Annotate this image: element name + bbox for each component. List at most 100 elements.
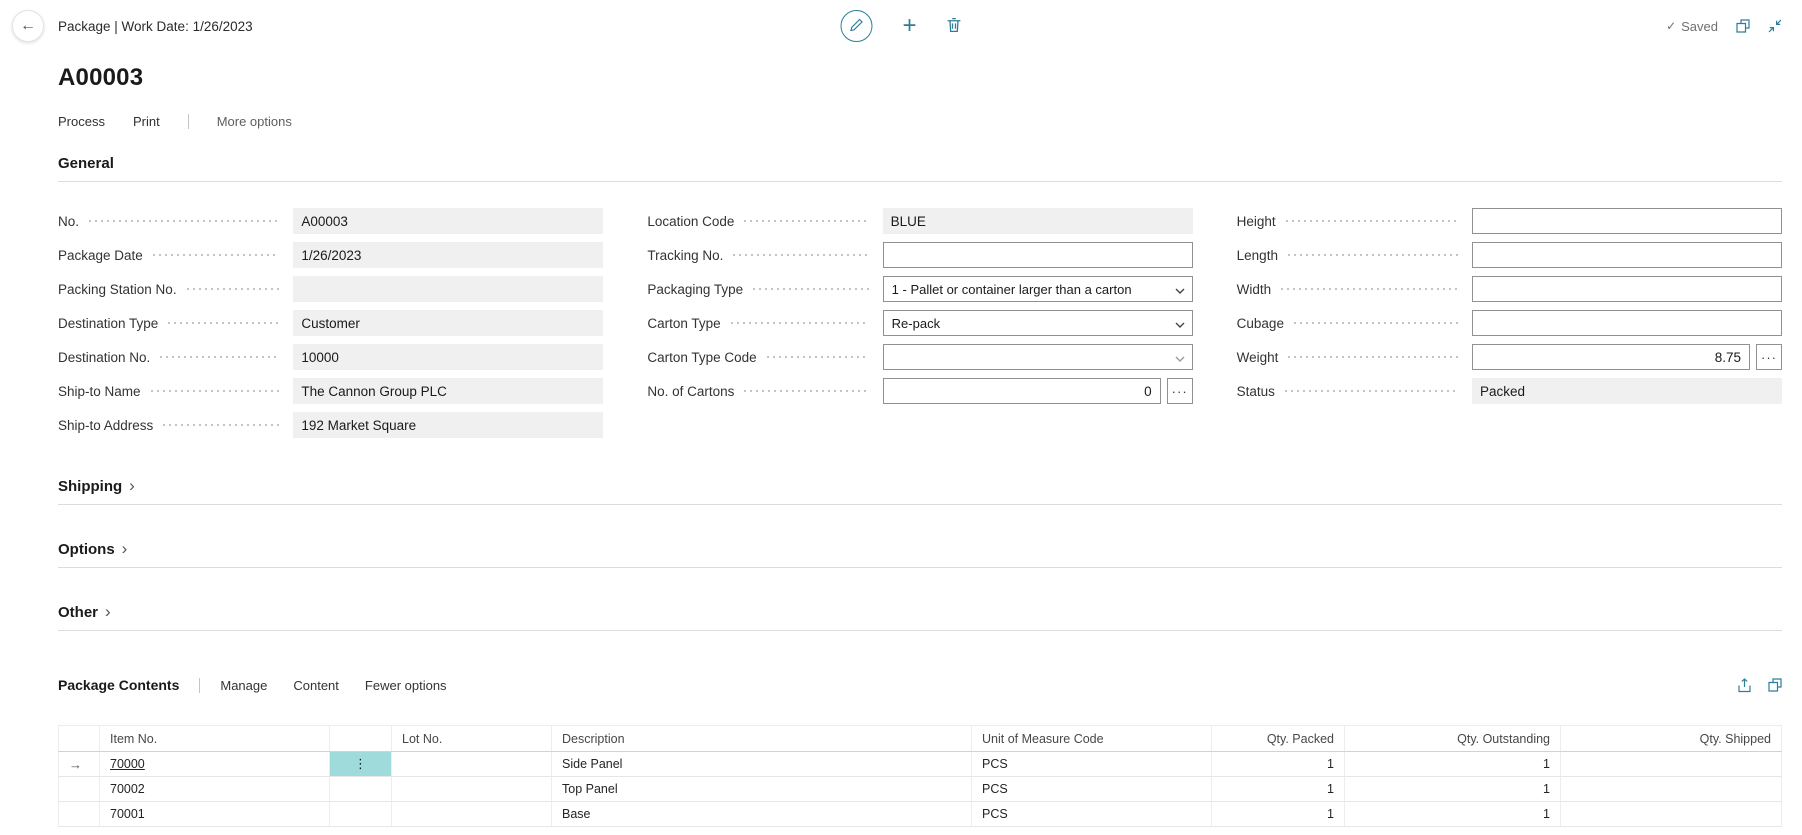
carton-type-code-combo[interactable] — [883, 344, 1193, 370]
uom-value: PCS — [982, 782, 1008, 796]
menu-more-options[interactable]: More options — [217, 114, 292, 129]
uom-value: PCS — [982, 807, 1008, 821]
field-label: Carton Type — [647, 316, 720, 331]
table-row: → 70000 ⋮ Side Panel PCS 1 1 — [58, 752, 1782, 777]
contents-menu-manage[interactable]: Manage — [220, 678, 267, 693]
field-packaging-type: Packaging Type 1 - Pallet or container l… — [647, 272, 1192, 306]
pencil-icon — [849, 18, 863, 35]
lot-no-cell[interactable] — [392, 777, 552, 801]
lot-no-cell[interactable] — [392, 752, 552, 776]
general-section-header[interactable]: General — [58, 155, 1782, 182]
collapse-window-icon[interactable] — [1768, 19, 1782, 33]
header-qty-outstanding[interactable]: Qty. Outstanding — [1345, 726, 1561, 751]
menu-process[interactable]: Process — [58, 114, 105, 129]
item-no-cell[interactable]: 70000 — [100, 752, 330, 776]
ship-to-address-field[interactable]: 192 Market Square — [293, 412, 603, 438]
page-actions: + — [840, 0, 961, 52]
description-cell[interactable]: Side Panel — [552, 752, 972, 776]
row-options-cell[interactable]: ⋮ — [330, 752, 392, 776]
back-button[interactable]: ← — [12, 10, 44, 42]
qty-packed-cell[interactable]: 1 — [1212, 777, 1345, 801]
row-marker-cell — [58, 777, 100, 801]
field-width: Width — [1237, 272, 1782, 306]
qty-packed-value: 1 — [1327, 757, 1334, 771]
shipping-section-header[interactable]: Shipping › — [58, 478, 1782, 505]
uom-cell[interactable]: PCS — [972, 802, 1212, 826]
qty-outstanding-cell[interactable]: 1 — [1345, 752, 1561, 776]
share-icon[interactable] — [1737, 678, 1752, 693]
ship-to-name-field[interactable]: The Cannon Group PLC — [293, 378, 603, 404]
chevron-down-icon — [1175, 282, 1185, 297]
dotted-leader — [767, 356, 869, 358]
carton-type-select[interactable]: Re-pack — [883, 310, 1193, 336]
contents-menu-content[interactable]: Content — [293, 678, 339, 693]
location-code-field[interactable]: BLUE — [883, 208, 1193, 234]
chevron-right-icon: › — [122, 540, 128, 557]
dotted-leader — [160, 356, 279, 358]
description-cell[interactable]: Top Panel — [552, 777, 972, 801]
qty-shipped-cell[interactable] — [1561, 777, 1782, 801]
header-qty-shipped[interactable]: Qty. Shipped — [1561, 726, 1782, 751]
uom-cell[interactable]: PCS — [972, 777, 1212, 801]
lot-no-cell[interactable] — [392, 802, 552, 826]
row-selected-arrow-icon: → — [69, 757, 82, 772]
destination-no-field[interactable]: 10000 — [293, 344, 603, 370]
open-in-new-icon[interactable] — [1768, 678, 1782, 692]
dotted-leader — [153, 254, 280, 256]
contents-menu-fewer-options[interactable]: Fewer options — [365, 678, 447, 693]
menu-print[interactable]: Print — [133, 114, 160, 129]
dotted-leader — [753, 288, 869, 290]
options-section-header[interactable]: Options › — [58, 541, 1782, 568]
field-label: Tracking No. — [647, 248, 723, 263]
dotted-leader — [1286, 220, 1458, 222]
section-options: Options › — [58, 541, 1782, 568]
destination-type-field[interactable]: Customer — [293, 310, 603, 336]
qty-shipped-cell[interactable] — [1561, 802, 1782, 826]
contents-menu: Manage Content Fewer options — [220, 678, 446, 693]
cubage-input[interactable] — [1472, 310, 1782, 336]
package-date-field[interactable]: 1/26/2023 — [293, 242, 603, 268]
header-item-no[interactable]: Item No. — [100, 726, 330, 751]
header-uom[interactable]: Unit of Measure Code — [972, 726, 1212, 751]
popout-window-icon[interactable] — [1736, 19, 1750, 33]
dotted-leader — [168, 322, 279, 324]
description-cell[interactable]: Base — [552, 802, 972, 826]
tracking-no-input[interactable] — [883, 242, 1193, 268]
delete-button[interactable] — [947, 17, 962, 36]
packing-station-no-field[interactable] — [293, 276, 603, 302]
row-options-cell — [330, 802, 392, 826]
no-field[interactable]: A00003 — [293, 208, 603, 234]
header-qty-packed[interactable]: Qty. Packed — [1212, 726, 1345, 751]
qty-packed-cell[interactable]: 1 — [1212, 802, 1345, 826]
qty-outstanding-cell[interactable]: 1 — [1345, 802, 1561, 826]
width-input[interactable] — [1472, 276, 1782, 302]
chevron-down-icon — [1175, 316, 1185, 331]
new-button[interactable]: + — [902, 14, 916, 38]
item-no-link[interactable]: 70000 — [110, 757, 145, 771]
length-input[interactable] — [1472, 242, 1782, 268]
no-of-cartons-assist-button[interactable]: ··· — [1167, 378, 1193, 404]
packaging-type-select[interactable]: 1 - Pallet or container larger than a ca… — [883, 276, 1193, 302]
item-no-cell[interactable]: 70002 — [100, 777, 330, 801]
height-input[interactable] — [1472, 208, 1782, 234]
section-shipping: Shipping › — [58, 478, 1782, 505]
qty-outstanding-cell[interactable]: 1 — [1345, 777, 1561, 801]
field-label: Weight — [1237, 350, 1279, 365]
other-section-header[interactable]: Other › — [58, 604, 1782, 631]
header-lot-no[interactable]: Lot No. — [392, 726, 552, 751]
uom-cell[interactable]: PCS — [972, 752, 1212, 776]
field-carton-type-code: Carton Type Code — [647, 340, 1192, 374]
weight-assist-button[interactable]: ··· — [1756, 344, 1782, 370]
qty-packed-cell[interactable]: 1 — [1212, 752, 1345, 776]
edit-button[interactable] — [840, 10, 872, 42]
item-no-value: 70002 — [110, 782, 145, 796]
qty-shipped-cell[interactable] — [1561, 752, 1782, 776]
no-of-cartons-input[interactable] — [883, 378, 1161, 404]
item-no-cell[interactable]: 70001 — [100, 802, 330, 826]
dotted-leader — [1281, 288, 1458, 290]
dotted-leader — [744, 390, 868, 392]
weight-input[interactable] — [1472, 344, 1750, 370]
header-description[interactable]: Description — [552, 726, 972, 751]
dotted-leader — [163, 424, 279, 426]
breadcrumb[interactable]: Package | Work Date: 1/26/2023 — [58, 19, 253, 34]
